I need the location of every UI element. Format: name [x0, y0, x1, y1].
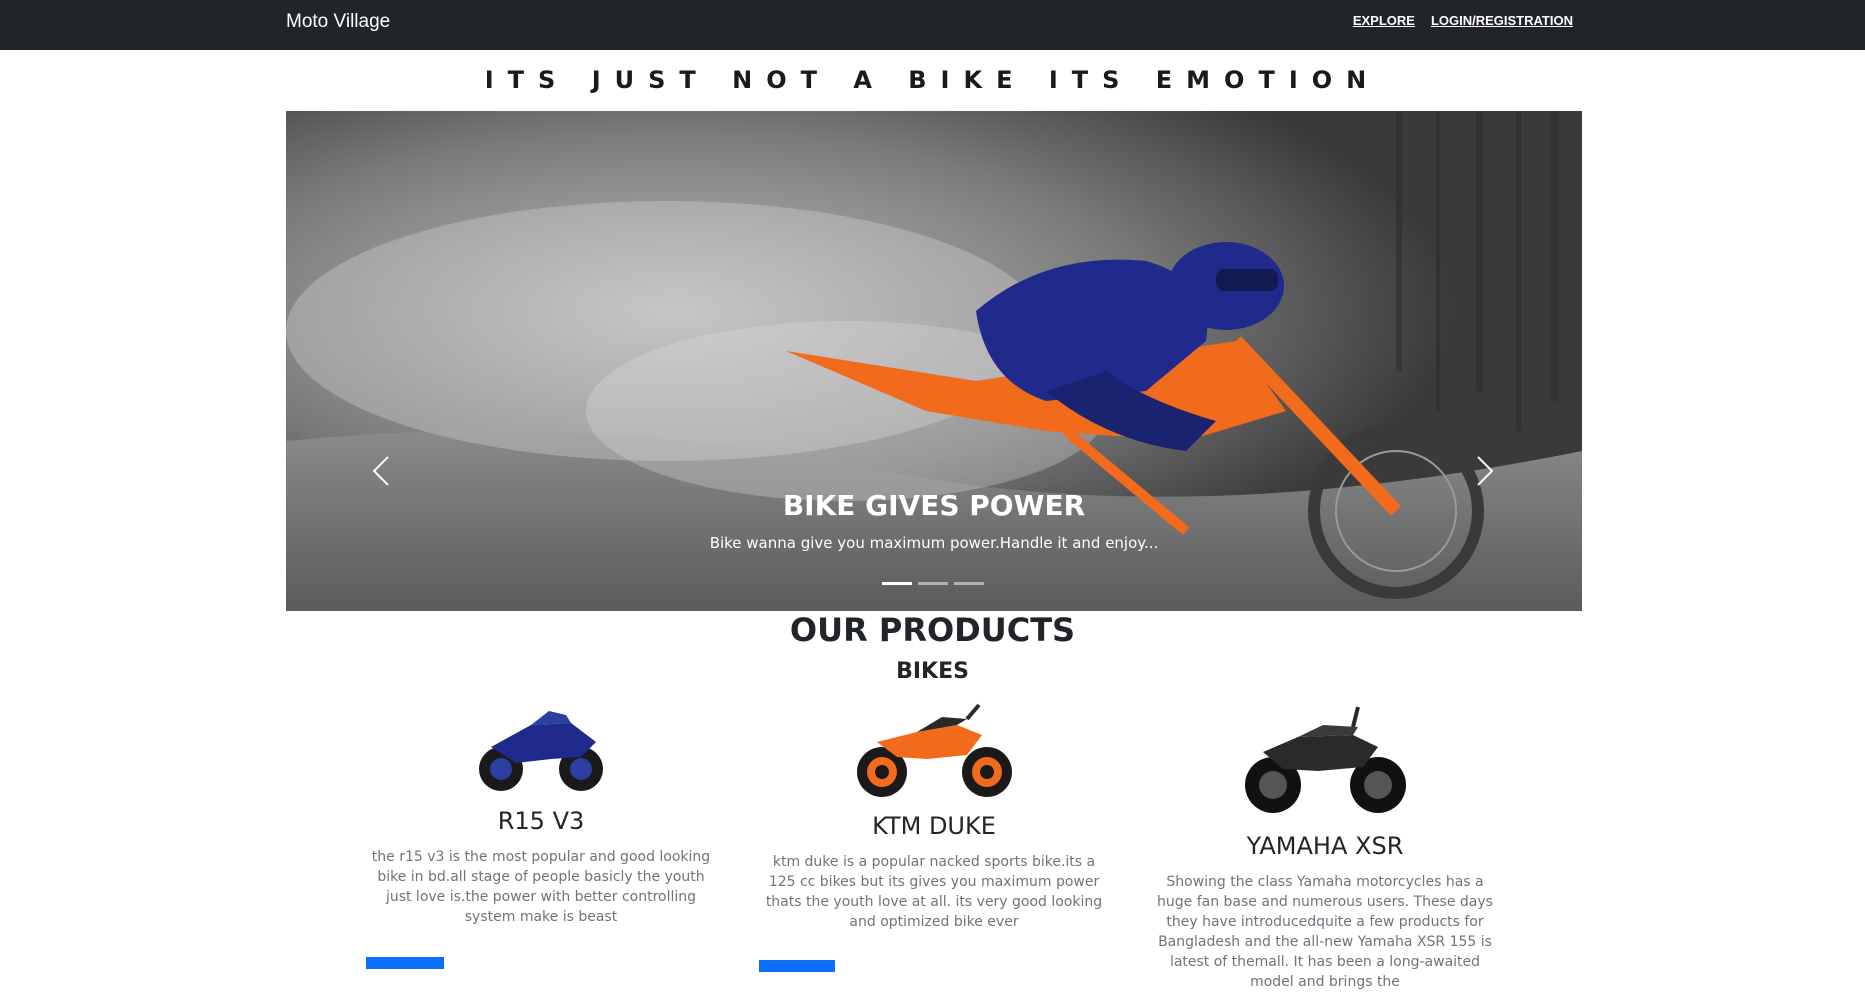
- hero-carousel: BIKE GIVES POWER Bike wanna give you max…: [286, 111, 1582, 611]
- hero-tagline: ITS JUST NOT A BIKE ITS EMOTION: [484, 66, 1381, 94]
- product-name: YAMAHA XSR: [1246, 832, 1404, 860]
- product-image-r15: [479, 711, 603, 791]
- product-image-yamaha-xsr: [1244, 706, 1406, 813]
- product-image-ktm-duke: [856, 703, 1012, 797]
- nav-link-explore[interactable]: EXPLORE: [1353, 13, 1415, 28]
- product-description: the r15 v3 is the most popular and good …: [371, 849, 711, 925]
- product-card-r15: R15 V3 the r15 v3 is the most popular an…: [371, 697, 711, 927]
- products-subtitle: BIKES: [896, 659, 969, 684]
- slide-text: Bike wanna give you maximum power.Handle…: [709, 534, 1159, 552]
- carousel-indicators: [882, 582, 984, 585]
- product-description: ktm duke is a popular nacked sports bike…: [765, 854, 1103, 930]
- carousel-indicator-1[interactable]: [882, 582, 912, 585]
- nav-links: EXPLORE LOGIN/REGISTRATION: [1353, 13, 1573, 28]
- product-name: KTM DUKE: [872, 812, 996, 840]
- nav-link-login-registration[interactable]: LOGIN/REGISTRATION: [1431, 13, 1573, 28]
- navbar: Moto Village EXPLORE LOGIN/REGISTRATION: [0, 0, 1865, 50]
- product-action-button-ktm-duke[interactable]: [759, 960, 835, 972]
- product-description: Showing the class Yamaha motorcycles has…: [1157, 874, 1493, 990]
- product-card-yamaha-xsr: YAMAHA XSR Showing the class Yamaha moto…: [1155, 697, 1495, 992]
- carousel-caption: BIKE GIVES POWER Bike wanna give you max…: [286, 489, 1582, 552]
- carousel-indicator-2[interactable]: [918, 582, 948, 585]
- chevron-left-icon: [372, 456, 389, 486]
- carousel-indicator-3[interactable]: [954, 582, 984, 585]
- carousel-next-button[interactable]: [1466, 451, 1502, 491]
- slide-title: BIKE GIVES POWER: [782, 489, 1086, 522]
- product-card-ktm-duke: KTM DUKE ktm duke is a popular nacked sp…: [764, 697, 1104, 932]
- product-action-button-r15[interactable]: [366, 957, 444, 969]
- product-name: R15 V3: [497, 807, 585, 835]
- carousel-prev-button[interactable]: [364, 451, 400, 491]
- brand-logo[interactable]: Moto Village: [286, 11, 390, 33]
- products-title: OUR PRODUCTS: [789, 611, 1076, 649]
- chevron-right-icon: [1477, 456, 1494, 486]
